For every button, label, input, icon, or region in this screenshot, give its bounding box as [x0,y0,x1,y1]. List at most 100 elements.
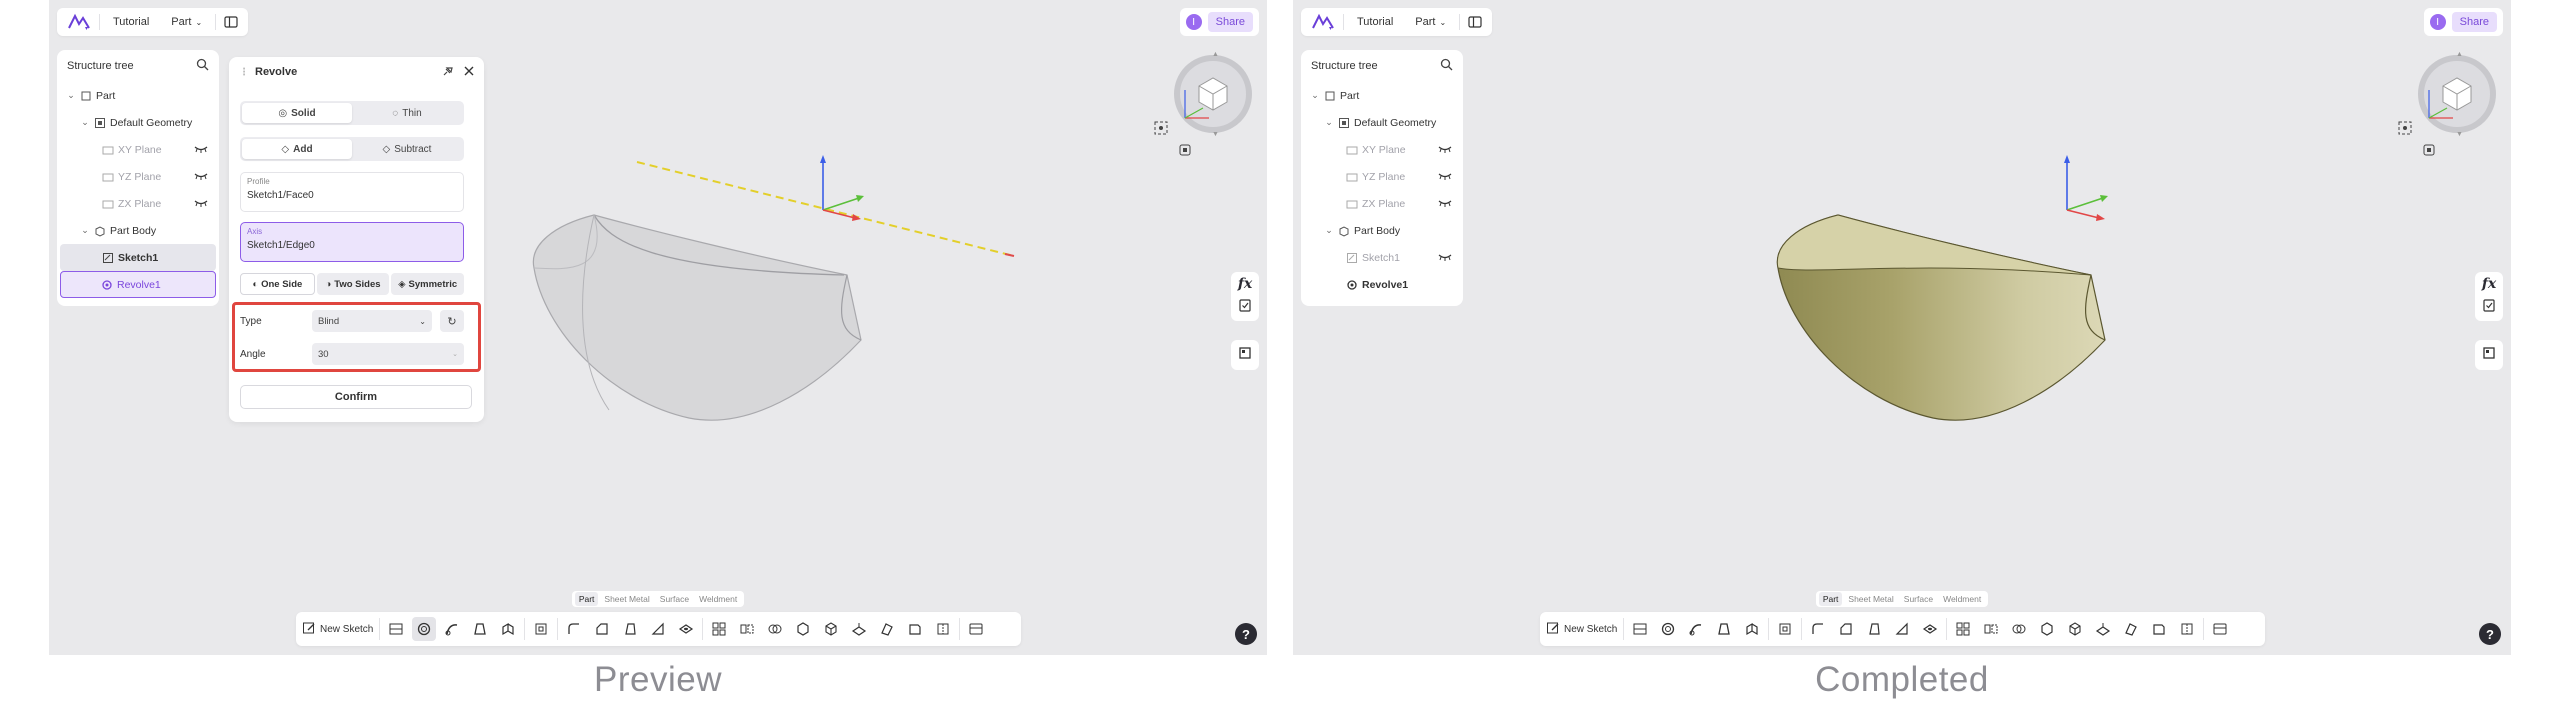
chevron-down-icon[interactable]: ⌄ [80,117,90,128]
display-mode-icon[interactable] [1177,142,1193,158]
app-logo-icon[interactable]: ▾ [1307,11,1339,33]
tree-item-yz-plane[interactable]: YZ Plane [60,163,216,190]
tree-item-xy-plane[interactable]: XY Plane [1304,136,1460,163]
tab-sheet-metal[interactable]: Sheet Metal [1844,592,1897,606]
plane-icon[interactable] [847,617,871,641]
breadcrumb-part[interactable]: Part ⌄ [162,11,211,33]
plane-icon[interactable] [2091,617,2115,641]
chamfer-icon[interactable] [590,617,614,641]
sidebar-toggle-icon[interactable] [1464,11,1486,33]
measure-icon[interactable] [903,617,927,641]
add-option[interactable]: ◇ Add [242,139,352,159]
shell-icon[interactable] [1773,617,1797,641]
tab-surface[interactable]: Surface [656,592,693,606]
help-button[interactable]: ? [2479,623,2501,645]
tab-weldment[interactable]: Weldment [1939,592,1985,606]
tree-item-part-body[interactable]: ⌄ Part Body [1304,217,1460,244]
revolve-icon[interactable] [1656,617,1680,641]
section-icon[interactable] [2175,617,2199,641]
profile-field[interactable]: Profile Sketch1/Face0 [240,172,464,212]
formula-button[interactable]: fx [2482,276,2496,292]
angle-input[interactable]: 30 ⌄ [312,343,464,365]
draft-icon[interactable] [1862,617,1886,641]
section-icon[interactable] [931,617,955,641]
tree-item-part-body[interactable]: ⌄ Part Body [60,217,216,244]
pin-icon[interactable] [442,65,454,80]
3d-viewport[interactable] [1293,0,2511,655]
sweep-icon[interactable] [440,617,464,641]
fillet-icon[interactable] [562,617,586,641]
axis-icon[interactable] [875,617,899,641]
new-sketch-button[interactable]: New Sketch [1546,618,1625,640]
confirm-button[interactable]: Confirm [240,385,472,409]
boolean-icon[interactable] [2007,617,2031,641]
axis-field[interactable]: Axis Sketch1/Edge0 [240,222,464,262]
breadcrumb-part[interactable]: Part ⌄ [1406,11,1455,33]
pattern-icon[interactable] [707,617,731,641]
app-logo-icon[interactable]: ▾ [63,11,95,33]
tree-item-default-geometry[interactable]: ⌄ Default Geometry [1304,109,1460,136]
mirror-icon[interactable] [1979,617,2003,641]
loft-icon[interactable] [1712,617,1736,641]
sketch-icon[interactable] [384,617,408,641]
tree-item-xy-plane[interactable]: XY Plane [60,136,216,163]
fit-view-icon[interactable] [1153,120,1169,136]
type-select[interactable]: Blind ⌄ [312,310,432,332]
breadcrumb-tutorial[interactable]: Tutorial [104,11,158,33]
tab-sheet-metal[interactable]: Sheet Metal [600,592,653,606]
thin-option[interactable]: ◌ Thin [352,103,462,123]
chevron-down-icon[interactable]: ⌄ [1324,225,1334,236]
axis-icon[interactable] [2119,617,2143,641]
avatar[interactable]: I [1185,14,1202,30]
tree-item-default-geometry[interactable]: ⌄ Default Geometry [60,109,216,136]
calculator-button[interactable] [1231,340,1259,370]
eye-closed-icon[interactable] [1438,144,1452,156]
mirror-icon[interactable] [735,617,759,641]
breadcrumb-tutorial[interactable]: Tutorial [1348,11,1402,33]
extrude-icon[interactable] [496,617,520,641]
loft-icon[interactable] [468,617,492,641]
new-sketch-button[interactable]: New Sketch [302,618,381,640]
draft-icon[interactable] [618,617,642,641]
measure-icon[interactable] [2147,617,2171,641]
hole-icon[interactable] [674,617,698,641]
tree-item-revolve1[interactable]: Revolve1 [1304,271,1460,298]
search-icon[interactable] [196,58,209,74]
symmetric-option[interactable]: ◈ Symmetric [391,273,465,295]
avatar[interactable]: I [2429,14,2446,30]
close-icon[interactable] [464,66,474,79]
tree-item-sketch1[interactable]: Sketch1 [1304,244,1460,271]
sketch-icon[interactable] [1628,617,1652,641]
table-icon[interactable] [2208,617,2232,641]
rib-icon[interactable] [1890,617,1914,641]
extrude-icon[interactable] [1740,617,1764,641]
chevron-down-icon[interactable]: ⌄ [1310,90,1320,101]
split-icon[interactable] [2035,617,2059,641]
eye-closed-icon[interactable] [194,171,208,183]
rib-icon[interactable] [646,617,670,641]
tree-item-zx-plane[interactable]: ZX Plane [1304,190,1460,217]
split-icon[interactable] [791,617,815,641]
reverse-direction-button[interactable]: ↻ [440,310,464,332]
two-sides-option[interactable]: ◑ Two Sides [316,273,390,295]
tree-item-zx-plane[interactable]: ZX Plane [60,190,216,217]
share-button[interactable]: Share [2451,12,2497,32]
eye-closed-icon[interactable] [194,144,208,156]
tree-item-sketch1[interactable]: Sketch1 [60,244,216,271]
revolve-icon[interactable] [412,617,437,641]
tree-item-yz-plane[interactable]: YZ Plane [1304,163,1460,190]
calculator-button[interactable] [2475,340,2503,370]
tree-item-revolve1[interactable]: Revolve1 [60,271,216,298]
move-body-icon[interactable] [819,617,843,641]
eye-closed-icon[interactable] [1438,171,1452,183]
formula-button[interactable]: fx [1238,276,1252,292]
tab-weldment[interactable]: Weldment [695,592,741,606]
sidebar-toggle-icon[interactable] [220,11,242,33]
solid-option[interactable]: ◎ Solid [242,103,352,123]
tab-surface[interactable]: Surface [1900,592,1937,606]
move-body-icon[interactable] [2063,617,2087,641]
chevron-down-icon[interactable]: ⌄ [1324,117,1334,128]
one-side-option[interactable]: ◐ One Side [240,273,315,295]
fillet-icon[interactable] [1806,617,1830,641]
eye-closed-icon[interactable] [1438,198,1452,210]
